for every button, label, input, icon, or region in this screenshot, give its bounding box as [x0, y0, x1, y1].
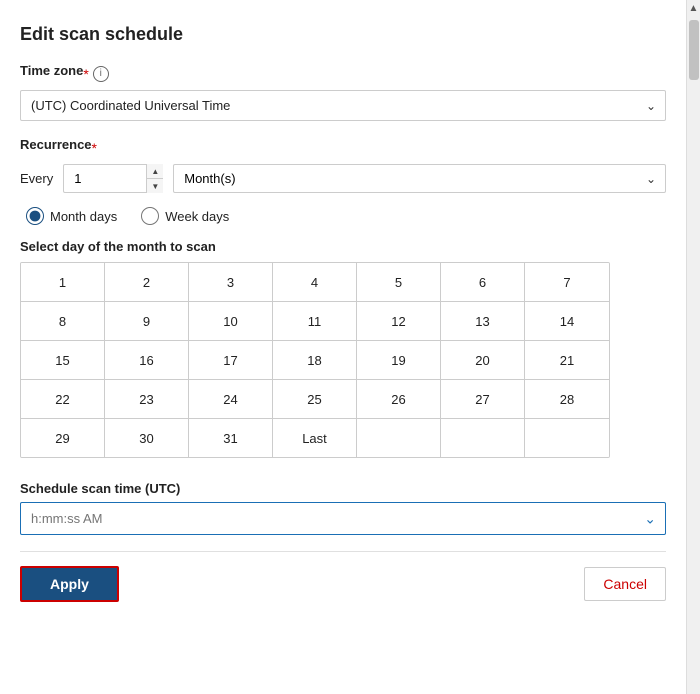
- day-10[interactable]: 10: [189, 302, 273, 340]
- day-5[interactable]: 5: [357, 263, 441, 301]
- day-12[interactable]: 12: [357, 302, 441, 340]
- scrollbar[interactable]: ▲: [686, 0, 700, 694]
- day-23[interactable]: 23: [105, 380, 189, 418]
- day-22[interactable]: 22: [21, 380, 105, 418]
- day-empty-2: [441, 419, 525, 457]
- day-24[interactable]: 24: [189, 380, 273, 418]
- day-29[interactable]: 29: [21, 419, 105, 457]
- day-6[interactable]: 6: [441, 263, 525, 301]
- recurrence-row: Every ▲ ▼ Month(s)Week(s)Day(s) ⌄: [20, 164, 666, 193]
- every-spinners: ▲ ▼: [146, 164, 163, 193]
- day-9[interactable]: 9: [105, 302, 189, 340]
- day-19[interactable]: 19: [357, 341, 441, 379]
- day-20[interactable]: 20: [441, 341, 525, 379]
- day-7[interactable]: 7: [525, 263, 609, 301]
- day-26[interactable]: 26: [357, 380, 441, 418]
- month-days-radio[interactable]: [26, 207, 44, 225]
- footer: Apply Cancel: [20, 551, 666, 618]
- page-title: Edit scan schedule: [20, 24, 666, 45]
- day-27[interactable]: 27: [441, 380, 525, 418]
- day-30[interactable]: 30: [105, 419, 189, 457]
- day-25[interactable]: 25: [273, 380, 357, 418]
- day-grid: 1 2 3 4 5 6 7 8 9 10 11 12 13 14 15 16 1…: [20, 262, 610, 458]
- period-select-wrapper: Month(s)Week(s)Day(s) ⌄: [173, 164, 666, 193]
- day-row-5: 29 30 31 Last: [21, 419, 609, 457]
- day-row-4: 22 23 24 25 26 27 28: [21, 380, 609, 419]
- time-input-wrapper: ⌄: [20, 502, 666, 535]
- period-select[interactable]: Month(s)Week(s)Day(s): [173, 164, 666, 193]
- recurrence-label: Recurrence: [20, 137, 92, 152]
- day-21[interactable]: 21: [525, 341, 609, 379]
- time-input[interactable]: [20, 502, 666, 535]
- timezone-info-icon[interactable]: i: [93, 66, 109, 82]
- month-days-label: Month days: [50, 209, 117, 224]
- time-section: Schedule scan time (UTC) ⌄: [20, 481, 666, 535]
- day-17[interactable]: 17: [189, 341, 273, 379]
- cancel-button[interactable]: Cancel: [584, 567, 666, 601]
- day-grid-label: Select day of the month to scan: [20, 239, 666, 254]
- time-label: Schedule scan time (UTC): [20, 481, 666, 496]
- scroll-up-icon[interactable]: ▲: [687, 2, 700, 16]
- day-16[interactable]: 16: [105, 341, 189, 379]
- day-18[interactable]: 18: [273, 341, 357, 379]
- day-3[interactable]: 3: [189, 263, 273, 301]
- timezone-select[interactable]: (UTC) Coordinated Universal Time: [20, 90, 666, 121]
- every-increment-button[interactable]: ▲: [147, 164, 163, 179]
- timezone-label: Time zone: [20, 63, 83, 78]
- day-2[interactable]: 2: [105, 263, 189, 301]
- day-1[interactable]: 1: [21, 263, 105, 301]
- day-type-radio-group: Month days Week days: [26, 207, 666, 225]
- day-13[interactable]: 13: [441, 302, 525, 340]
- day-11[interactable]: 11: [273, 302, 357, 340]
- main-panel: Edit scan schedule Time zone * i (UTC) C…: [0, 0, 686, 694]
- day-4[interactable]: 4: [273, 263, 357, 301]
- week-days-radio-label[interactable]: Week days: [141, 207, 229, 225]
- day-row-3: 15 16 17 18 19 20 21: [21, 341, 609, 380]
- day-8[interactable]: 8: [21, 302, 105, 340]
- apply-button[interactable]: Apply: [20, 566, 119, 602]
- scrollbar-thumb[interactable]: [689, 20, 699, 80]
- day-15[interactable]: 15: [21, 341, 105, 379]
- day-31[interactable]: 31: [189, 419, 273, 457]
- day-14[interactable]: 14: [525, 302, 609, 340]
- every-label: Every: [20, 171, 53, 186]
- timezone-required: *: [83, 66, 88, 82]
- day-row-1: 1 2 3 4 5 6 7: [21, 263, 609, 302]
- day-empty-1: [357, 419, 441, 457]
- day-row-2: 8 9 10 11 12 13 14: [21, 302, 609, 341]
- every-decrement-button[interactable]: ▼: [147, 179, 163, 193]
- every-input-wrapper: ▲ ▼: [63, 164, 163, 193]
- day-28[interactable]: 28: [525, 380, 609, 418]
- recurrence-required: *: [92, 140, 97, 156]
- day-last[interactable]: Last: [273, 419, 357, 457]
- month-days-radio-label[interactable]: Month days: [26, 207, 117, 225]
- week-days-radio[interactable]: [141, 207, 159, 225]
- week-days-label: Week days: [165, 209, 229, 224]
- day-empty-3: [525, 419, 609, 457]
- timezone-select-wrapper: (UTC) Coordinated Universal Time ⌄: [20, 90, 666, 121]
